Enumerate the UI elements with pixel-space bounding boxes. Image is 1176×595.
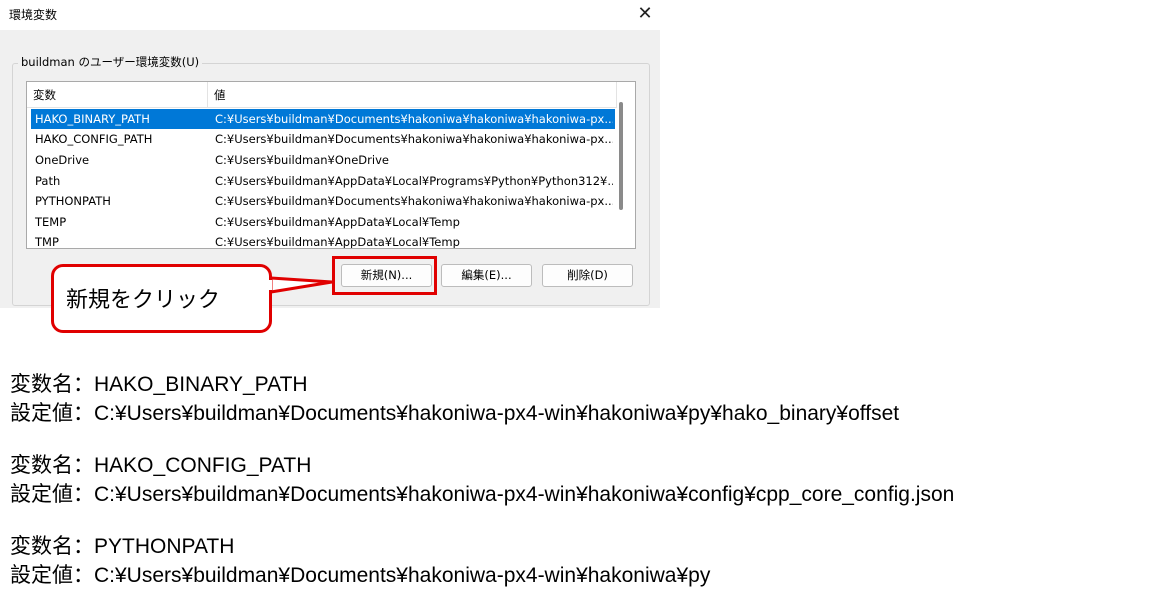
row-variable-value: C:¥Users¥buildman¥Documents¥hakoniwa¥hak… xyxy=(215,112,613,126)
row-variable-value: C:¥Users¥buildman¥Documents¥hakoniwa¥hak… xyxy=(215,132,613,146)
delete-button[interactable]: 削除(D) xyxy=(542,264,633,287)
list-row-hako-binary-path[interactable]: HAKO_BINARY_PATH C:¥Users¥buildman¥Docum… xyxy=(31,109,615,129)
row-variable-value: C:¥Users¥buildman¥OneDrive xyxy=(215,153,389,167)
list-row-path[interactable]: Path C:¥Users¥buildman¥AppData¥Local¥Pro… xyxy=(31,171,615,191)
list-row-onedrive[interactable]: OneDrive C:¥Users¥buildman¥OneDrive xyxy=(31,150,615,170)
note-variable-name: 変数名：HAKO_BINARY_PATH xyxy=(10,373,308,396)
environment-variables-dialog: 環境変数 ✕ buildman のユーザー環境変数(U) 変数 値 HAKO_B… xyxy=(0,0,660,308)
dialog-title: 環境変数 xyxy=(9,8,58,22)
note-variable-name: 変数名：PYTHONPATH xyxy=(10,535,235,558)
note-variable-name: 変数名：HAKO_CONFIG_PATH xyxy=(10,454,312,477)
edit-button[interactable]: 編集(E)... xyxy=(441,264,532,287)
row-variable-name: HAKO_CONFIG_PATH xyxy=(35,132,153,146)
row-variable-name: TEMP xyxy=(35,215,67,229)
row-variable-name: OneDrive xyxy=(35,153,90,167)
callout-text: 新規をクリック xyxy=(66,288,221,313)
list-row-hako-config-path[interactable]: HAKO_CONFIG_PATH C:¥Users¥buildman¥Docum… xyxy=(31,129,615,149)
row-variable-value: C:¥Users¥buildman¥AppData¥Local¥Temp xyxy=(215,215,460,229)
list-row-pythonpath[interactable]: PYTHONPATH C:¥Users¥buildman¥Documents¥h… xyxy=(31,191,615,211)
title-bar: 環境変数 ✕ xyxy=(0,0,660,30)
note-variable-value: 設定値：C:¥Users¥buildman¥Documents¥hakoniwa… xyxy=(10,483,955,506)
row-variable-name: PYTHONPATH xyxy=(35,194,111,208)
close-icon[interactable]: ✕ xyxy=(632,2,658,26)
note-variable-value: 設定値：C:¥Users¥buildman¥Documents¥hakoniwa… xyxy=(10,402,900,425)
user-variables-group-label: buildman のユーザー環境変数(U) xyxy=(18,54,203,70)
list-row-temp[interactable]: TEMP C:¥Users¥buildman¥AppData¥Local¥Tem… xyxy=(31,212,615,232)
note-variable-value: 設定値：C:¥Users¥buildman¥Documents¥hakoniwa… xyxy=(10,564,711,587)
row-variable-name: TMP xyxy=(35,235,59,249)
new-button-highlight xyxy=(332,256,437,295)
list-row-tmp[interactable]: TMP C:¥Users¥buildman¥AppData¥Local¥Temp xyxy=(31,232,615,249)
column-header-value[interactable]: 値 xyxy=(208,82,617,108)
column-header-variable[interactable]: 変数 xyxy=(27,82,208,108)
row-variable-name: HAKO_BINARY_PATH xyxy=(35,112,150,126)
row-variable-value: C:¥Users¥buildman¥AppData¥Local¥Temp xyxy=(215,235,460,249)
row-variable-value: C:¥Users¥buildman¥Documents¥hakoniwa¥hak… xyxy=(215,194,613,208)
list-scrollbar[interactable] xyxy=(619,102,623,210)
row-variable-name: Path xyxy=(35,174,61,188)
user-variables-list[interactable]: 変数 値 HAKO_BINARY_PATH C:¥Users¥buildman¥… xyxy=(26,81,636,249)
row-variable-value: C:¥Users¥buildman¥AppData¥Local¥Programs… xyxy=(215,174,613,188)
